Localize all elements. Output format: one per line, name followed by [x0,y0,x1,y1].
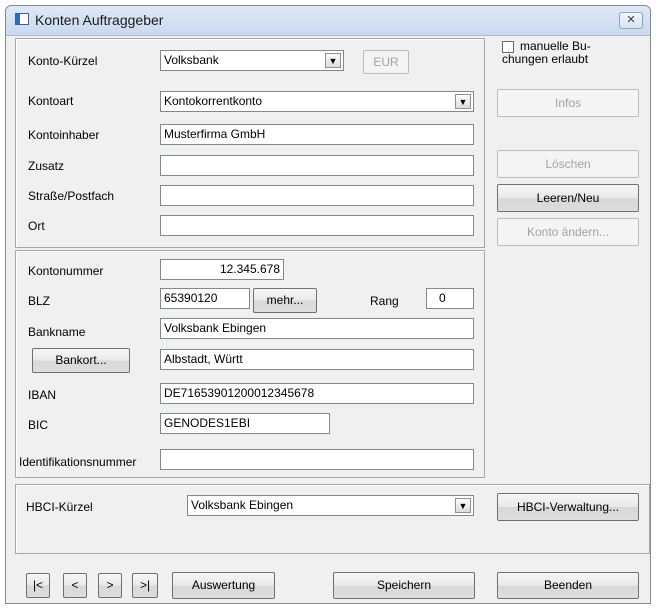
bankname-label: Bankname [28,325,86,339]
identifikationsnummer-input[interactable] [160,449,474,470]
kontoinhaber-input[interactable]: Musterfirma GmbH [160,124,474,145]
auswertung-button[interactable]: Auswertung [172,572,275,599]
bic-input[interactable]: GENODES1EBI [160,413,330,434]
bankort-button[interactable]: Bankort... [32,348,130,373]
next-record-button[interactable]: > [98,573,122,598]
identifikationsnummer-label: Identifikationsnummer [19,455,137,469]
ort-label: Ort [28,219,45,233]
dropdown-arrow-icon[interactable]: ▼ [455,498,471,513]
dropdown-arrow-icon[interactable]: ▼ [455,94,471,109]
zusatz-label: Zusatz [28,159,65,173]
bankname-input[interactable]: Volksbank Ebingen [160,318,474,339]
strasse-input[interactable] [160,185,474,206]
speichern-button[interactable]: Speichern [333,572,475,599]
rang-input[interactable]: 0 [426,288,474,309]
kontoart-value: Kontokorrentkonto [164,94,263,108]
blz-input[interactable]: 65390120 [160,288,250,309]
beenden-button[interactable]: Beenden [497,572,639,599]
konto-kuerzel-value: Volksbank [164,53,219,67]
kontoart-dropdown[interactable]: Kontokorrentkonto ▼ [160,91,474,112]
leeren-neu-button[interactable]: Leeren/Neu [497,184,639,212]
kontoart-label: Kontoart [28,94,74,108]
hbci-verwaltung-button[interactable]: HBCI-Verwaltung... [497,493,639,521]
iban-label: IBAN [28,388,57,402]
kontonummer-label: Kontonummer [28,264,104,278]
bic-label: BIC [28,418,49,432]
mehr-button[interactable]: mehr... [253,288,317,313]
close-button[interactable]: ✕ [619,12,643,29]
rang-label: Rang [370,294,399,308]
first-record-button[interactable]: |< [26,573,50,598]
manual-bookings-label: manuelle Bu- chungen erlaubt [502,39,591,66]
title-bar[interactable]: Konten Auftraggeber ✕ [6,6,650,36]
window-icon [15,13,29,25]
kontoinhaber-label: Kontoinhaber [28,128,100,142]
hbci-kuerzel-dropdown[interactable]: Volksbank Ebingen ▼ [187,495,474,516]
kontonummer-input[interactable]: 12.345.678 [160,259,284,280]
previous-record-button[interactable]: < [63,573,87,598]
loeschen-button[interactable]: Löschen [497,150,639,178]
last-record-button[interactable]: >| [132,573,158,598]
konto-aendern-button[interactable]: Konto ändern... [497,218,639,246]
konto-kuerzel-label: Konto-Kürzel [28,54,98,68]
dropdown-arrow-icon[interactable]: ▼ [325,53,341,68]
strasse-label: Straße/Postfach [28,189,115,203]
bankort-input[interactable]: Albstadt, Württ [160,349,474,370]
hbci-kuerzel-label: HBCI-Kürzel [26,500,93,514]
window-title: Konten Auftraggeber [35,12,164,28]
hbci-kuerzel-value: Volksbank Ebingen [191,498,294,512]
blz-label: BLZ [28,294,51,308]
infos-button[interactable]: Infos [497,89,639,117]
iban-input[interactable]: DE71653901200012345678 [160,383,474,404]
currency-button[interactable]: EUR [363,50,409,74]
ort-input[interactable] [160,215,474,236]
zusatz-input[interactable] [160,155,474,176]
konto-kuerzel-dropdown[interactable]: Volksbank ▼ [160,50,344,71]
